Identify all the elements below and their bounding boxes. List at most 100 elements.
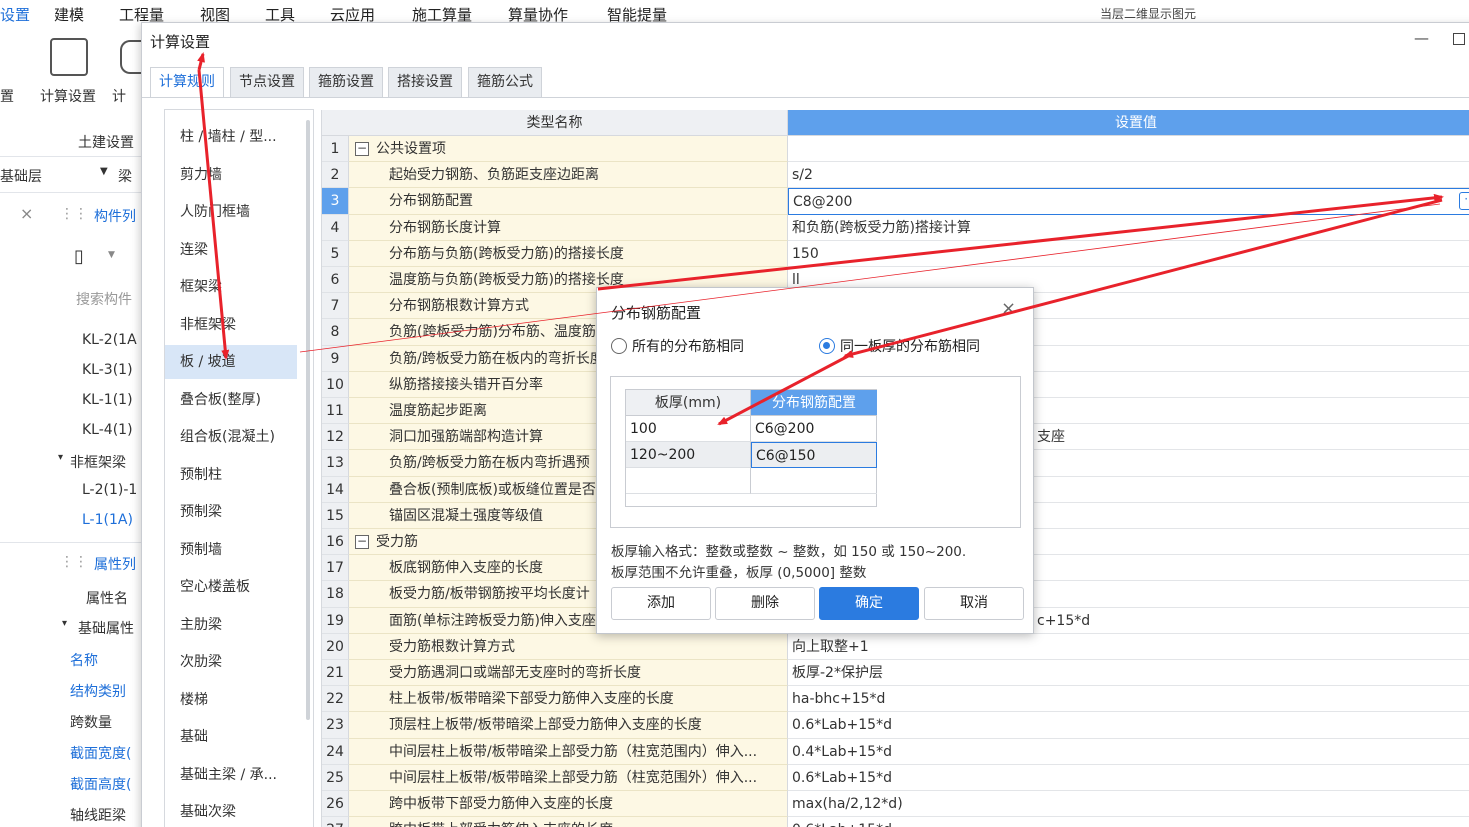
radio-all-same[interactable]: 所有的分布筋相同 (611, 337, 744, 357)
close-icon[interactable]: × (20, 204, 33, 223)
chevron-down-icon[interactable]: ▼ (108, 250, 115, 260)
category-item[interactable]: 楼梯 (165, 683, 297, 717)
category-item[interactable]: 连梁 (165, 233, 297, 267)
table-row[interactable]: 21 受力筋遇洞口或端部无支座时的弯折长度 板厚-2*保护层 (322, 660, 1469, 687)
setting-value[interactable] (788, 136, 1469, 163)
list-item[interactable]: KL-3(1) (82, 362, 133, 378)
setting-value[interactable]: 0.4*Lab+15*d (788, 739, 1469, 765)
category-item[interactable]: 人防门框墙 (165, 195, 297, 229)
table-row[interactable]: 25 中间层柱上板带/板带暗梁上部受力筋（柱宽范围外）伸入... 0.6*Lab+1… (322, 764, 1469, 791)
category-item[interactable]: 基础主梁 / 承... (165, 758, 297, 792)
ellipsis-button[interactable]: ··· (1459, 192, 1469, 211)
table-row[interactable]: 4 分布钢筋长度计算 和负筋(跨板受力筋)搭接计算 (322, 214, 1469, 241)
ok-button[interactable]: 确定 (819, 587, 919, 620)
category-item[interactable]: 预制梁 (165, 495, 297, 529)
close-icon[interactable]: × (1001, 298, 1016, 319)
row-number: 21 (322, 660, 349, 687)
collapse-icon[interactable]: − (355, 142, 369, 156)
category-item[interactable]: 框架梁 (165, 270, 297, 304)
setting-value[interactable]: max(ha/2,12*d) (788, 791, 1469, 818)
table-row[interactable]: 20 受力筋根数计算方式 向上取整+1 (322, 633, 1469, 660)
calc-button[interactable]: 计 (112, 86, 126, 106)
setting-value[interactable]: 0.6*Lab+15*d (788, 817, 1469, 827)
menu-modeling[interactable]: 建模 (54, 4, 84, 25)
search-input[interactable]: 搜索构件 (76, 289, 132, 309)
category-item[interactable]: 剪力墙 (165, 158, 297, 192)
drag-handle-icon[interactable]: ⋮⋮ (60, 554, 88, 570)
table-row[interactable]: 3 分布钢筋配置 C8@200 ··· (322, 188, 1469, 215)
category-item[interactable]: 预制柱 (165, 458, 297, 492)
table-row[interactable]: 27 跨中板带上部受力筋伸入支座的长度 0.6*Lab+15*d (322, 817, 1469, 827)
menu-settings[interactable]: 设置 (0, 4, 30, 25)
setting-value[interactable]: 和负筋(跨板受力筋)搭接计算 (788, 215, 1469, 241)
calc-settings-button[interactable]: 计算设置 (40, 86, 96, 106)
new-file-icon[interactable]: ▯ (74, 246, 84, 267)
cancel-button[interactable]: 取消 (924, 587, 1024, 620)
setting-value[interactable]: 板厚-2*保护层 (788, 660, 1469, 687)
add-button[interactable]: 添加 (611, 587, 711, 620)
category-item[interactable]: 基础 (165, 720, 297, 754)
category-item[interactable]: 非框架梁 (165, 308, 297, 342)
radio-same-thickness[interactable]: 同一板厚的分布筋相同 (819, 337, 980, 357)
setting-value[interactable]: 0.6*Lab+15*d (788, 765, 1469, 791)
calc-settings-icon[interactable] (50, 38, 88, 76)
setting-value[interactable]: 向上取整+1 (788, 634, 1469, 660)
config-cell[interactable]: C6@150 (751, 442, 877, 468)
setting-value[interactable]: 0.6*Lab+15*d (788, 712, 1469, 739)
category-item[interactable]: 叠合板(整厚) (165, 383, 297, 417)
collapse-icon[interactable]: − (355, 535, 369, 549)
tab-stirrup-formula[interactable]: 箍筋公式 (468, 67, 542, 97)
tab-stirrup-settings[interactable]: 箍筋设置 (309, 67, 383, 97)
setting-value-input[interactable]: C8@200 ··· (788, 188, 1469, 215)
setting-value[interactable]: s/2 (788, 162, 1469, 189)
config-cell[interactable] (751, 468, 877, 494)
scrollbar[interactable] (306, 120, 310, 720)
maximize-icon[interactable] (1453, 33, 1465, 45)
thickness-cell[interactable]: 120~200 (626, 442, 751, 468)
table-row[interactable]: 24 中间层柱上板带/板带暗梁上部受力筋（柱宽范围内）伸入... 0.4*Lab+1… (322, 738, 1469, 765)
collapse-icon[interactable]: ▾ (62, 618, 67, 629)
table-row[interactable]: 22 柱上板带/板带暗梁下部受力筋伸入支座的长度 ha-bhc+15*d (322, 686, 1469, 713)
category-item[interactable]: 组合板(混凝土) (165, 420, 297, 454)
category-item[interactable]: 空心楼盖板 (165, 570, 297, 604)
category-list: 柱 / 墙柱 / 型... 剪力墙 人防门框墙连梁 框架梁非框架梁板 / 坡道 叠合板(… (164, 109, 314, 827)
radio-icon[interactable] (611, 338, 627, 354)
minimize-icon[interactable]: — (1414, 29, 1429, 47)
list-item[interactable]: KL-4(1) (82, 422, 133, 438)
table-row[interactable]: 26 跨中板带下部受力筋伸入支座的长度 max(ha/2,12*d) (322, 791, 1469, 818)
table-row[interactable]: 1 公共设置项 − (322, 136, 1469, 163)
tab-node-settings[interactable]: 节点设置 (230, 67, 304, 97)
category-item[interactable]: 主肋梁 (165, 608, 297, 642)
setting-value[interactable]: ha-bhc+15*d (788, 686, 1469, 713)
drag-handle-icon[interactable]: ⋮⋮ (60, 206, 88, 222)
list-item[interactable]: KL-2(1A (82, 332, 137, 348)
category-item[interactable]: 柱 / 墙柱 / 型... (165, 120, 297, 154)
tab-calc-rules[interactable]: 计算规则 (150, 67, 224, 98)
props-header: 属性名 (86, 591, 128, 607)
setting-value-text: 150 (792, 245, 819, 262)
list-group[interactable]: 非框架梁 (70, 452, 126, 472)
props-group[interactable]: 基础属性 (78, 618, 134, 638)
category-item[interactable]: 次肋梁 (165, 645, 297, 679)
radio-checked-icon[interactable] (819, 338, 835, 354)
config-cell[interactable]: C6@200 (751, 416, 877, 442)
list-item[interactable]: L-2(1)-1 (82, 482, 137, 498)
collapse-icon[interactable]: ▾ (58, 452, 63, 463)
table-row[interactable]: 2 起始受力钢筋、负筋距支座边距离 s/2 (322, 162, 1469, 189)
floor-select[interactable]: 基础层 (0, 166, 42, 186)
category-item[interactable]: 板 / 坡道 (165, 345, 297, 379)
table-row[interactable]: 5 分布筋与负筋(跨板受力筋)的搭接长度 150 (322, 240, 1469, 267)
setting-value[interactable]: 150 (788, 241, 1469, 267)
list-item[interactable]: KL-1(1) (82, 392, 133, 408)
category-item[interactable]: 预制墙 (165, 533, 297, 567)
ribbon-group-label: 土建设置 (78, 135, 134, 151)
beam-select[interactable]: 梁 (118, 166, 132, 186)
chevron-down-icon[interactable]: ▼ (100, 166, 108, 177)
tab-lap-settings[interactable]: 搭接设置 (388, 67, 462, 97)
thickness-cell[interactable]: 100 (626, 416, 751, 442)
table-row[interactable]: 23 顶层柱上板带/板带暗梁上部受力筋伸入支座的长度 0.6*Lab+15*d (322, 712, 1469, 739)
thickness-cell[interactable] (626, 468, 751, 494)
list-item[interactable]: L-1(1A) (82, 512, 133, 528)
category-item[interactable]: 基础次梁 (165, 795, 297, 827)
delete-button[interactable]: 删除 (715, 587, 815, 620)
